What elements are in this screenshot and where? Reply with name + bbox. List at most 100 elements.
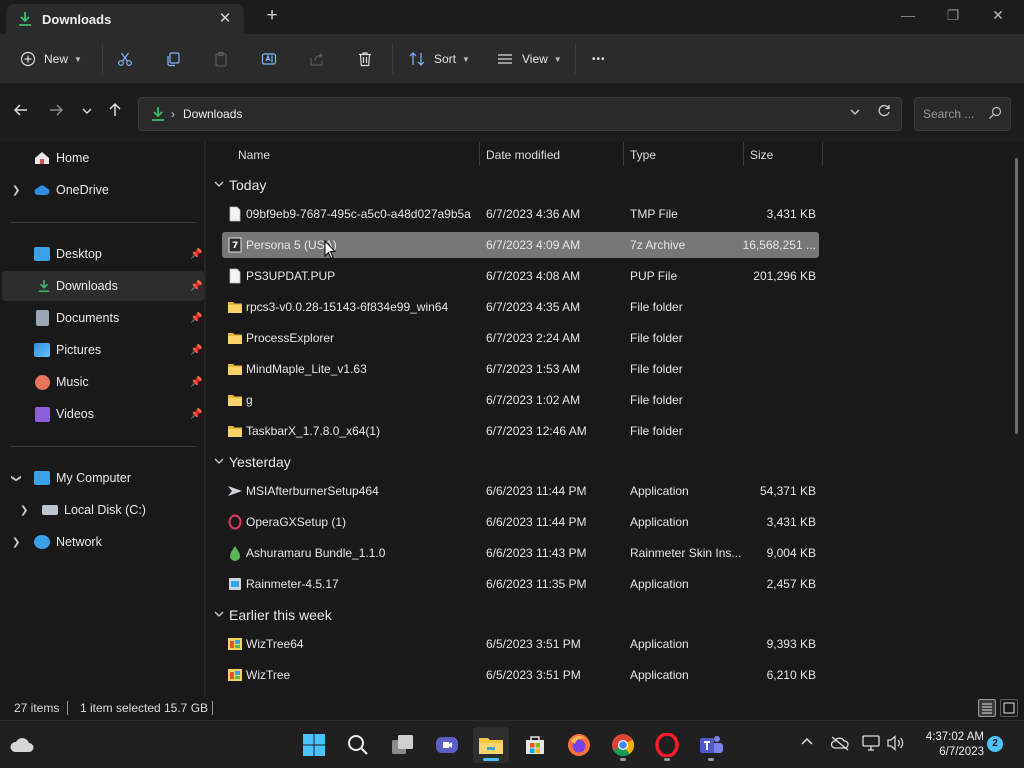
teams-button[interactable] bbox=[693, 727, 729, 763]
paste-button[interactable] bbox=[213, 46, 229, 72]
nav-item-desktop[interactable]: Desktop 📌 bbox=[2, 239, 204, 269]
back-button[interactable] bbox=[10, 102, 32, 124]
up-button[interactable] bbox=[104, 102, 126, 124]
new-tab-button[interactable]: + bbox=[262, 6, 282, 26]
file-row[interactable]: TaskbarX_1.7.8.0_x64(1) 6/7/2023 12:46 AM… bbox=[222, 418, 819, 444]
breadcrumb-downloads[interactable]: Downloads bbox=[183, 107, 242, 121]
store-button[interactable] bbox=[517, 727, 553, 763]
file-explorer-button[interactable] bbox=[473, 727, 509, 763]
chevron-down-icon[interactable] bbox=[214, 456, 224, 469]
chevron-down-icon[interactable]: ❯ bbox=[11, 474, 22, 482]
taskbar-search-button[interactable] bbox=[340, 727, 376, 763]
file-row[interactable]: 7 Persona 5 (USA) 6/7/2023 4:09 AM 7z Archi… bbox=[222, 232, 819, 258]
chevron-right-icon[interactable]: ❯ bbox=[12, 185, 20, 196]
file-date: 6/6/2023 11:44 PM bbox=[486, 515, 587, 529]
column-divider[interactable] bbox=[743, 142, 744, 166]
nav-item-onedrive[interactable]: ❯ OneDrive bbox=[2, 175, 204, 205]
more-options-button[interactable]: ••• bbox=[592, 46, 606, 72]
sort-button[interactable]: Sort ▼ bbox=[408, 46, 470, 72]
tab-downloads[interactable]: Downloads ✕ bbox=[6, 4, 244, 34]
column-header-name[interactable]: Name bbox=[238, 142, 270, 168]
search-box[interactable] bbox=[914, 97, 1011, 131]
scrollbar[interactable] bbox=[1015, 158, 1018, 434]
refresh-icon[interactable] bbox=[877, 104, 891, 121]
tiles-view-button[interactable] bbox=[1000, 699, 1018, 717]
minimize-button[interactable]: — bbox=[893, 4, 923, 26]
pin-icon[interactable]: 📌 bbox=[190, 409, 202, 420]
nav-item-downloads[interactable]: Downloads 📌 bbox=[2, 271, 204, 301]
chevron-right-icon[interactable]: ❯ bbox=[20, 505, 28, 516]
details-view-button[interactable] bbox=[978, 699, 996, 717]
file-row[interactable]: 09bf9eb9-7687-495c-a5c0-a48d027a9b5a....… bbox=[222, 201, 819, 227]
disk-icon bbox=[42, 505, 58, 515]
nav-item-home[interactable]: Home bbox=[2, 143, 204, 173]
meet-button[interactable] bbox=[429, 727, 465, 763]
pin-icon[interactable]: 📌 bbox=[190, 281, 202, 292]
file-row[interactable]: WizTree64 6/5/2023 3:51 PM Application 9,39… bbox=[222, 631, 819, 657]
nav-item-music[interactable]: Music 📌 bbox=[2, 367, 204, 397]
nav-item-videos[interactable]: Videos 📌 bbox=[2, 399, 204, 429]
nav-item-pictures[interactable]: Pictures 📌 bbox=[2, 335, 204, 365]
nav-item-network[interactable]: ❯ Network bbox=[2, 527, 204, 557]
file-row[interactable]: g 6/7/2023 1:02 AM File folder bbox=[222, 387, 819, 413]
column-header-date[interactable]: Date modified bbox=[486, 142, 560, 168]
pin-icon[interactable]: 📌 bbox=[190, 249, 202, 260]
pin-icon[interactable]: 📌 bbox=[190, 377, 202, 388]
task-view-button[interactable] bbox=[385, 727, 421, 763]
file-row[interactable]: WizTree 6/5/2023 3:51 PM Application 6,210 … bbox=[222, 662, 819, 688]
column-divider[interactable] bbox=[822, 142, 823, 166]
nav-item-my-computer[interactable]: ❯ My Computer bbox=[2, 463, 204, 493]
new-button[interactable]: New ▼ bbox=[20, 46, 82, 72]
copy-button[interactable] bbox=[165, 46, 181, 72]
file-row[interactable]: MindMaple_Lite_v1.63 6/7/2023 1:53 AM File… bbox=[222, 356, 819, 382]
chevron-down-icon[interactable] bbox=[214, 609, 224, 622]
close-tab-icon[interactable]: ✕ bbox=[216, 10, 234, 28]
share-button[interactable] bbox=[309, 46, 325, 72]
address-bar[interactable]: › Downloads bbox=[138, 97, 902, 131]
column-divider[interactable] bbox=[479, 142, 480, 166]
opera-button[interactable] bbox=[649, 727, 685, 763]
weather-widget[interactable] bbox=[4, 727, 40, 763]
file-row[interactable]: Ashuramaru Bundle_1.1.0 6/6/2023 11:43 PM… bbox=[222, 540, 819, 566]
firefox-button[interactable] bbox=[561, 727, 597, 763]
nav-item-local-disk[interactable]: ❯ Local Disk (C:) bbox=[2, 495, 204, 525]
file-row[interactable]: PS3UPDAT.PUP 6/7/2023 4:08 AM PUP File 201,… bbox=[222, 263, 819, 289]
column-header-type[interactable]: Type bbox=[630, 142, 656, 168]
pin-icon[interactable]: 📌 bbox=[190, 345, 202, 356]
file-row[interactable]: ProcessExplorer 6/7/2023 2:24 AM File fold… bbox=[222, 325, 819, 351]
close-window-button[interactable]: ✕ bbox=[983, 4, 1013, 26]
onedrive-tray-button[interactable] bbox=[830, 735, 850, 754]
group-header[interactable]: Today bbox=[214, 174, 266, 196]
group-header[interactable]: Earlier this week bbox=[214, 604, 332, 626]
recent-locations-button[interactable] bbox=[76, 102, 98, 124]
rename-button[interactable] bbox=[261, 46, 277, 72]
forward-button[interactable] bbox=[45, 102, 67, 124]
paste-icon bbox=[215, 51, 227, 67]
pin-icon[interactable]: 📌 bbox=[190, 313, 202, 324]
view-button[interactable]: View ▼ bbox=[496, 46, 562, 72]
start-button[interactable] bbox=[296, 727, 332, 763]
file-row[interactable]: MSIAfterburnerSetup464 6/6/2023 11:44 PM A… bbox=[222, 478, 819, 504]
column-divider[interactable] bbox=[623, 142, 624, 166]
column-header-size[interactable]: Size bbox=[750, 142, 773, 168]
chevron-down-icon[interactable] bbox=[214, 179, 224, 192]
volume-tray-button[interactable] bbox=[887, 735, 905, 754]
search-input[interactable] bbox=[923, 107, 983, 121]
file-row[interactable]: rpcs3-v0.0.28-15143-6f834e99_win64 6/7/20… bbox=[222, 294, 819, 320]
chrome-button[interactable] bbox=[605, 727, 641, 763]
title-bar: Downloads ✕ + — ❐ ✕ bbox=[0, 0, 1024, 34]
cut-button[interactable] bbox=[117, 46, 133, 72]
address-history-chevron-icon[interactable] bbox=[849, 106, 861, 121]
nav-item-documents[interactable]: Documents 📌 bbox=[2, 303, 204, 333]
chevron-right-icon[interactable]: ❯ bbox=[12, 537, 20, 548]
restore-button[interactable]: ❐ bbox=[938, 4, 968, 26]
network-tray-button[interactable] bbox=[862, 735, 880, 754]
group-header[interactable]: Yesterday bbox=[214, 451, 291, 473]
notification-badge[interactable]: 2 bbox=[987, 736, 1003, 752]
delete-button[interactable] bbox=[357, 46, 373, 72]
clock[interactable]: 4:37:02 AM 6/7/2023 bbox=[912, 730, 984, 760]
file-row[interactable]: Rainmeter-4.5.17 6/6/2023 11:35 PM Applica… bbox=[222, 571, 819, 597]
file-row[interactable]: OperaGXSetup (1) 6/6/2023 11:44 PM Applica… bbox=[222, 509, 819, 535]
show-hidden-icons-button[interactable] bbox=[800, 735, 814, 752]
details-view-icon bbox=[982, 703, 992, 714]
